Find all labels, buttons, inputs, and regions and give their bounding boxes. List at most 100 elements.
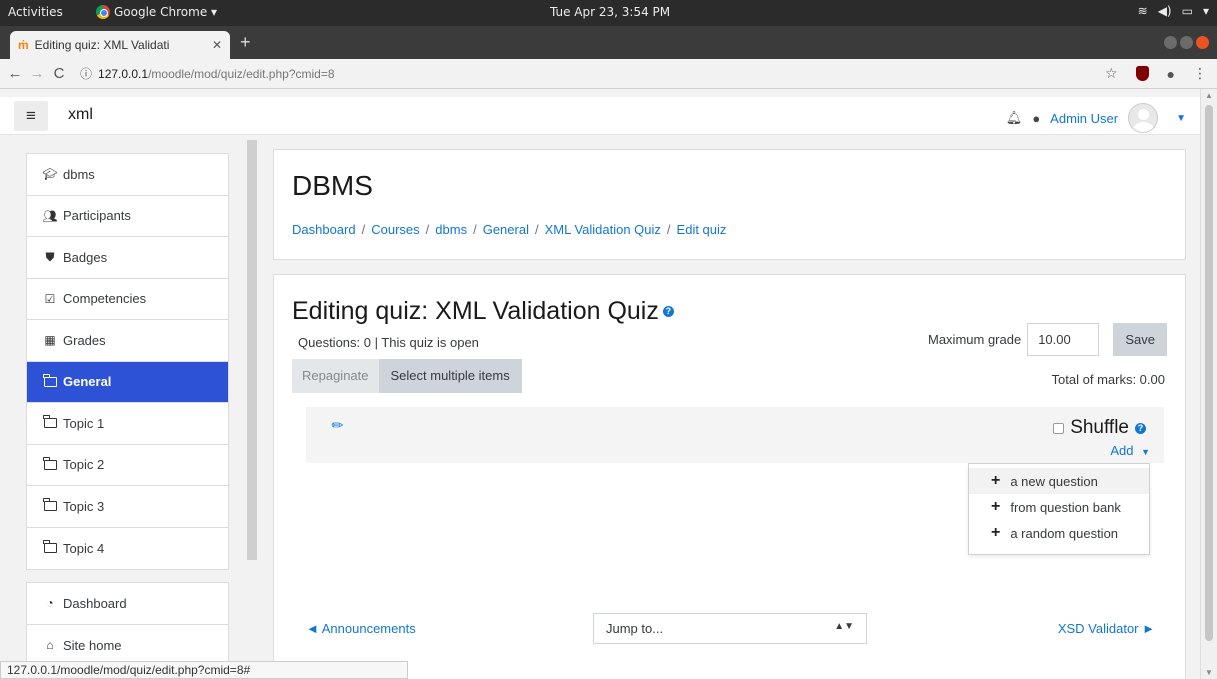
user-nav: 🔔︎ ● Admin User ▼ [1006,103,1186,133]
select-arrows-icon: ▲▼ [834,621,854,632]
app-menu[interactable]: Google Chrome ▾ [96,5,217,19]
reload-icon[interactable]: C [48,65,70,82]
url-field[interactable]: ⓘ 127.0.0.1/moodle/mod/quiz/edit.php?cmid… [80,65,335,82]
info-icon[interactable]: ⓘ [80,67,92,81]
breadcrumb-separator: / [425,222,430,237]
course-title: DBMS [292,170,373,201]
system-tray[interactable]: ≋ ◀) ▭ ▾ [1138,4,1209,18]
scroll-down-icon[interactable]: ▼ [1205,668,1213,677]
user-menu-caret-icon[interactable]: ▼ [1176,113,1186,124]
folder-icon [41,415,59,430]
wifi-icon: ≋ [1137,4,1148,18]
add-menu-toggle[interactable]: Add ▼ [1110,443,1150,458]
quiz-edit-card: Editing quiz: XML Validation Quiz ? Ques… [273,274,1186,679]
drawer-item-label: Grades [63,332,106,348]
drawer-item-site-home[interactable]: ⌂ Site home [27,625,228,667]
menu-item-label: a new question [1010,473,1098,489]
shuffle-label: Shuffle [1070,417,1129,438]
scroll-up-icon[interactable]: ▲ [1205,91,1213,100]
drawer-item-label: Dashboard [63,595,127,611]
breadcrumb-dashboard[interactable]: Dashboard [292,222,356,237]
table-icon: ▦ [44,333,56,348]
next-activity-link[interactable]: XSD Validator ► [1058,621,1155,636]
caret-down-icon: ▼ [1141,447,1150,457]
shuffle-control: Shuffle ? [1053,417,1146,439]
bookmark-star-icon[interactable]: ☆ [1105,65,1118,82]
add-dropdown-menu: + a new question + from question bank + … [968,463,1150,555]
notifications-bell-icon[interactable]: 🔔︎ [1006,110,1023,126]
shield-icon: ⛊ [45,249,55,264]
save-button[interactable]: Save [1113,323,1168,356]
drawer-item-topic-2[interactable]: Topic 2 [27,445,228,486]
drawer-item-label: General [63,374,112,390]
drawer-item-competencies[interactable]: ☑ Competencies [27,279,228,320]
add-new-question-item[interactable]: + a new question [969,468,1149,494]
clock[interactable]: Tue Apr 23, 3:54 PM [550,5,670,19]
caret-down-icon: ▾ [1202,4,1209,18]
page-scrollbar[interactable]: ▲ ▼ [1200,89,1217,679]
new-tab-button[interactable]: + [240,32,251,53]
add-random-question-item[interactable]: + a random question [969,520,1149,546]
site-name[interactable]: xml [68,106,93,124]
user-avatar[interactable] [1128,103,1159,133]
back-icon[interactable]: ← [4,65,26,82]
drawer-item-badges[interactable]: ⛊ Badges [27,237,228,279]
link-status-bar: 127.0.0.1/moodle/mod/quiz/edit.php?cmid=… [0,661,408,679]
drawer-item-topic-4[interactable]: Topic 4 [27,528,228,570]
max-grade-input[interactable] [1027,323,1100,356]
page-actions: Repaginate Select multiple items [292,359,522,393]
breadcrumb-separator: / [361,222,366,237]
drawer-scrollbar[interactable] [247,140,257,560]
shuffle-help-icon[interactable]: ? [1135,422,1146,434]
jump-to-select[interactable]: Jump to... ▲▼ [593,613,867,644]
breadcrumb-dbms[interactable]: dbms [435,222,467,237]
messages-icon[interactable]: ● [1032,111,1040,126]
page-title-text: Editing quiz: XML Validation Quiz [292,297,659,325]
hamburger-menu-button[interactable]: ≡ [14,101,48,131]
breadcrumb-courses[interactable]: Courses [371,222,419,237]
scrollbar-thumb[interactable] [1205,105,1213,641]
breadcrumb-edit-quiz[interactable]: Edit quiz [677,222,727,237]
window-controls [1164,36,1209,49]
forward-icon[interactable]: → [26,65,48,82]
drawer-item-label: Badges [63,249,108,265]
drawer-item-participants[interactable]: 👥︎ Participants [27,196,228,237]
shuffle-checkbox[interactable] [1053,422,1065,434]
breadcrumb: Dashboard / Courses / dbms / General / X… [292,222,726,237]
drawer-item-topic-3[interactable]: Topic 3 [27,486,228,528]
os-top-bar: Activities Google Chrome ▾ Tue Apr 23, 3… [0,0,1217,26]
more-menu-icon[interactable]: ⋮ [1193,65,1207,82]
plus-icon: + [991,498,1001,515]
ublock-icon[interactable] [1135,66,1149,81]
drawer-item-dashboard[interactable]: ◔ Dashboard [27,583,228,625]
help-icon[interactable]: ? [662,306,674,317]
user-menu-name[interactable]: Admin User [1050,111,1118,126]
drawer-item-topic-1[interactable]: Topic 1 [27,403,228,445]
breadcrumb-quiz[interactable]: XML Validation Quiz [545,222,661,237]
breadcrumb-general[interactable]: General [483,222,529,237]
maximize-icon[interactable] [1180,36,1193,49]
minimize-icon[interactable] [1164,36,1177,49]
max-grade-label: Maximum grade [928,332,1022,347]
select-multiple-button[interactable]: Select multiple items [378,359,522,393]
moodle-icon: ṁ [18,38,29,52]
drawer-item-general[interactable]: General [27,361,228,403]
close-window-icon[interactable] [1196,36,1209,49]
close-tab-icon[interactable]: ✕ [212,38,222,52]
activities-button[interactable]: Activities [8,5,63,19]
repaginate-button[interactable]: Repaginate [292,359,379,393]
page-title: Editing quiz: XML Validation Quiz ? [292,297,674,326]
plus-icon: + [991,472,1001,489]
toolbar-actions: ☆ ● ⋮ [1105,65,1207,82]
profile-icon[interactable]: ● [1167,66,1175,82]
prev-activity-link[interactable]: ◄ Announcements [306,621,416,636]
browser-tab[interactable]: ṁ Editing quiz: XML Validati ✕ [10,31,230,59]
drawer-item-grades[interactable]: ▦ Grades [27,320,228,362]
drawer-item-dbms[interactable]: 🎓︎ dbms [27,154,228,196]
url-host: 127.0.0.1 [98,67,149,81]
add-from-bank-item[interactable]: + from question bank [969,494,1149,520]
nav-drawer: 🎓︎ dbms 👥︎ Participants ⛊ Badges ☑ Compe… [0,136,262,679]
total-marks: Total of marks: 0.00 [1051,372,1165,387]
edit-pencil-icon[interactable]: ✎ [328,415,348,435]
users-icon: 👥︎ [42,208,58,223]
